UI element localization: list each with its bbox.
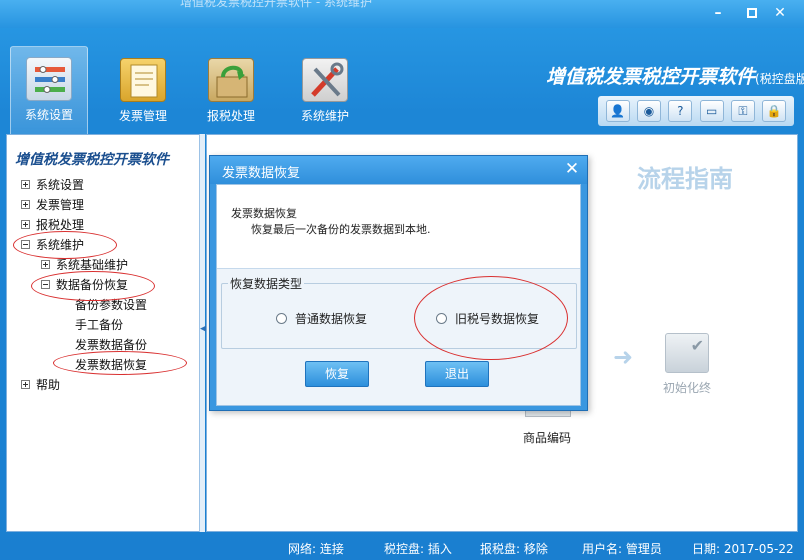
settings-icon xyxy=(26,57,72,101)
highlight-ellipse xyxy=(53,351,187,375)
restore-type-group: 恢复数据类型 普通数据恢复 旧税号数据恢复 xyxy=(221,275,577,360)
taxdisk-status: 税控盘: 插入 xyxy=(384,542,452,556)
expand-icon[interactable] xyxy=(21,220,30,229)
key-icon[interactable]: ⚿ xyxy=(730,100,755,122)
brand-title: 增值税发票税控开票软件(税控盘版) xyxy=(546,62,804,89)
tree-item-manual-backup[interactable]: 手工备份 xyxy=(75,316,123,334)
tree-item-label: 手工备份 xyxy=(75,318,124,332)
tree-item-invoice-management[interactable]: 发票管理 xyxy=(21,196,84,214)
dialog-description: 发票数据恢复 恢复最后一次备份的发票数据到本地. xyxy=(217,185,580,269)
toolbar-invoice-management[interactable]: 发票管理 xyxy=(104,48,182,148)
date-status: 日期: 2017-05-22 xyxy=(692,542,794,556)
globe-icon[interactable]: ◉ xyxy=(636,100,661,122)
expand-icon[interactable] xyxy=(21,380,30,389)
status-bar: 网络: 连接 税控盘: 插入 报税盘: 移除 用户名: 管理员 日期: 2017… xyxy=(0,536,804,560)
tree-item-label: 系统设置 xyxy=(36,178,85,192)
flow-arrow-icon: ➜ xyxy=(613,343,634,371)
initialize-icon[interactable] xyxy=(665,333,709,373)
maintenance-icon xyxy=(302,58,348,102)
tree-item-system-settings[interactable]: 系统设置 xyxy=(21,176,84,194)
flow-guide-title: 流程指南 xyxy=(637,165,733,193)
dialog-close-icon[interactable]: ✕ xyxy=(559,156,585,182)
restore-type-legend: 恢复数据类型 xyxy=(228,275,305,292)
panel-splitter[interactable]: ◀ xyxy=(199,134,207,532)
close-icon[interactable]: ✕ xyxy=(768,3,792,23)
tree-item-label: 系统基础维护 xyxy=(56,258,129,272)
toolbar-label: 系统维护 xyxy=(300,109,349,123)
toolbar-system-settings[interactable]: 系统设置 xyxy=(10,46,88,146)
expand-icon[interactable] xyxy=(41,260,50,269)
radio-label: 普通数据恢复 xyxy=(295,312,368,326)
dialog-description-text: 恢复最后一次备份的发票数据到本地. xyxy=(251,223,431,236)
tree-item-label: 帮助 xyxy=(36,378,61,392)
normal-restore-radio[interactable]: 普通数据恢复 xyxy=(276,310,367,327)
tree-title: 增值税发票税控开票软件 xyxy=(15,152,169,168)
reportdisk-status: 报税盘: 移除 xyxy=(480,542,548,556)
toolbar-tax-report[interactable]: 报税处理 xyxy=(192,48,270,148)
restore-button[interactable]: 恢复 xyxy=(305,361,369,387)
toolbar-label: 发票管理 xyxy=(118,109,167,123)
user-status: 用户名: 管理员 xyxy=(582,542,662,556)
window-icon[interactable]: ▭ xyxy=(699,100,724,122)
brand-subtitle: (税控盘版) xyxy=(755,72,804,86)
initialize-label: 初始化终 xyxy=(663,381,712,395)
invoice-icon xyxy=(120,58,166,102)
exit-button[interactable]: 退出 xyxy=(425,361,489,387)
navigation-tree-panel: 增值税发票税控开票软件 系统设置 发票管理 报税处理 系统维护 系统基础维护 数… xyxy=(6,134,200,532)
toolbar-label: 报税处理 xyxy=(206,109,255,123)
app-window: 增值税发票税控开票软件 - 系统维护 – ✕ 系统设置 发票管理 报税处理 系统… xyxy=(0,0,804,560)
title-bar: 增值税发票税控开票软件 - 系统维护 – ✕ xyxy=(0,0,804,28)
minimize-icon[interactable]: – xyxy=(706,3,730,23)
dialog-body: 发票数据恢复 恢复最后一次备份的发票数据到本地. 恢复数据类型 普通数据恢复 旧… xyxy=(216,184,581,406)
brand-name: 增值税发票税控开票软件 xyxy=(546,66,756,88)
tree-item-label: 发票数据备份 xyxy=(75,338,148,352)
restore-dialog: 发票数据恢复 ✕ 发票数据恢复 恢复最后一次备份的发票数据到本地. 恢复数据类型… xyxy=(209,155,588,411)
dialog-title-bar: 发票数据恢复 ✕ xyxy=(210,156,587,184)
highlight-ellipse xyxy=(31,271,155,301)
user-icon[interactable]: 👤 xyxy=(605,100,630,122)
dialog-description-title: 发票数据恢复 xyxy=(231,207,297,220)
tax-report-icon xyxy=(208,58,254,102)
tree-item-label: 报税处理 xyxy=(36,218,85,232)
highlight-ellipse xyxy=(414,276,568,360)
help-icon[interactable]: ? xyxy=(668,100,693,122)
toolbar-label: 系统设置 xyxy=(24,108,73,122)
dialog-title: 发票数据恢复 xyxy=(222,166,301,181)
tree-item-label: 发票管理 xyxy=(36,198,85,212)
expand-icon[interactable] xyxy=(21,200,30,209)
highlight-ellipse xyxy=(13,231,117,259)
lock-icon[interactable]: 🔒 xyxy=(762,100,787,122)
quick-icon-bar: 👤 ◉ ? ▭ ⚿ 🔒 xyxy=(598,96,794,126)
product-code-label: 商品编码 xyxy=(523,431,572,445)
watermark-url: jingyan.baidu.com xyxy=(636,514,747,528)
expand-icon[interactable] xyxy=(21,180,30,189)
tree-item-help[interactable]: 帮助 xyxy=(21,376,60,394)
window-title: 增值税发票税控开票软件 - 系统维护 xyxy=(180,0,372,9)
toolbar-system-maintenance[interactable]: 系统维护 xyxy=(286,48,364,148)
network-status: 网络: 连接 xyxy=(288,542,344,556)
radio-icon[interactable] xyxy=(276,313,287,324)
maximize-icon[interactable] xyxy=(740,3,764,23)
